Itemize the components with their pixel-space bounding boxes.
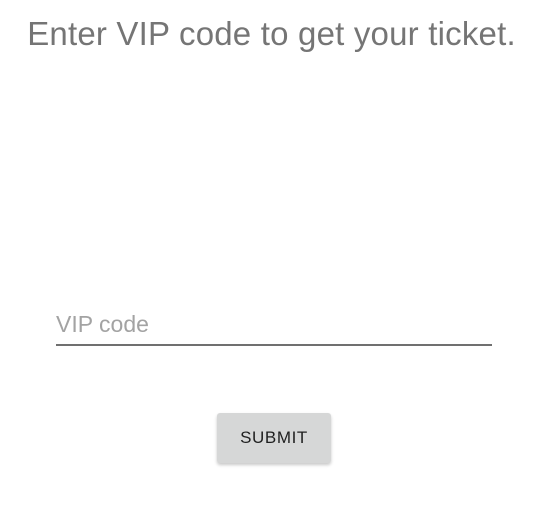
vip-code-field [56,304,492,348]
submit-button[interactable]: SUBMIT [217,413,331,463]
page-title: Enter VIP code to get your ticket. [27,15,516,52]
vip-code-input[interactable] [56,304,492,346]
